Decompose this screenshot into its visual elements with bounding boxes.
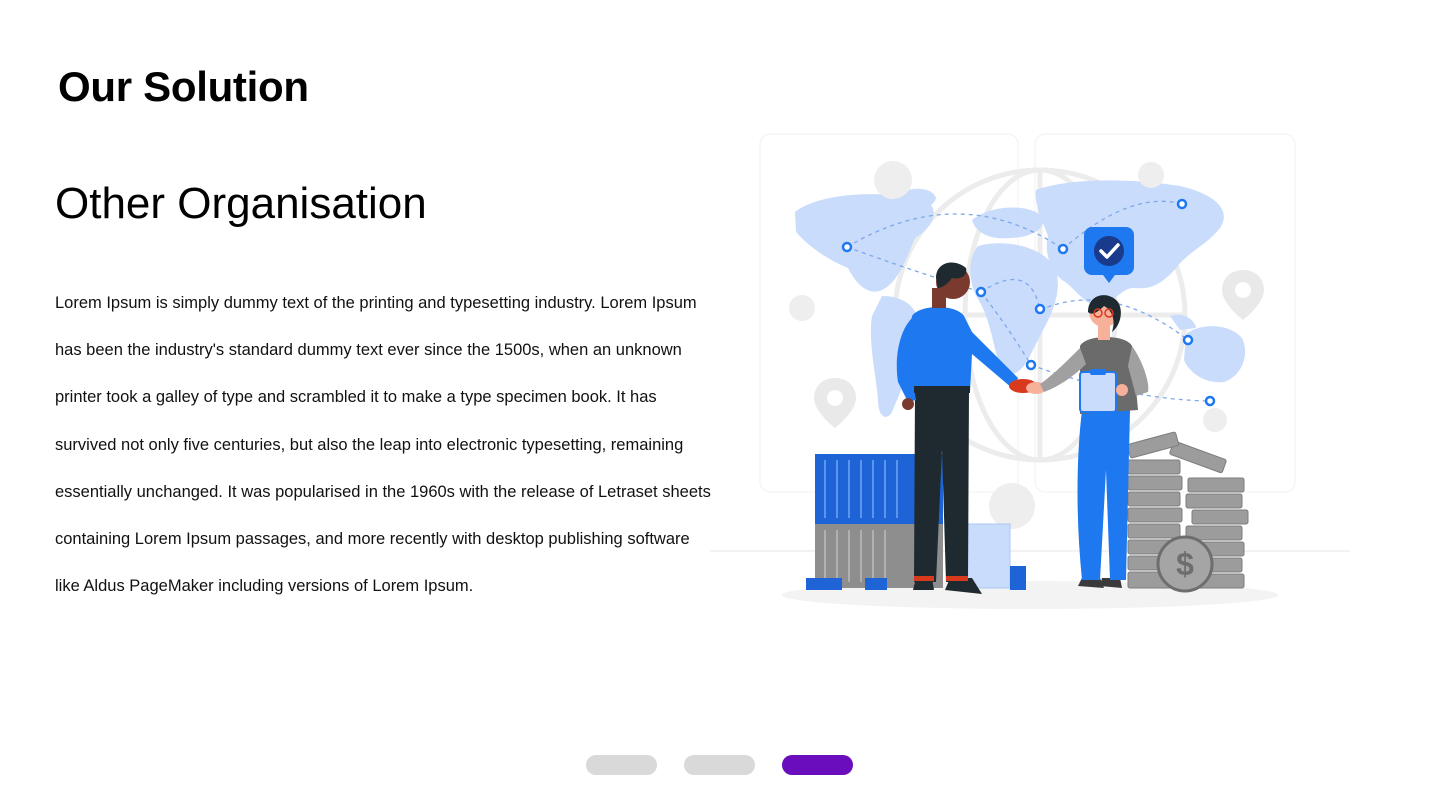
pager-dot-2[interactable]: [684, 755, 755, 775]
section-title: Other Organisation: [55, 179, 427, 228]
page-title: Our Solution: [58, 63, 309, 110]
handshake-illustration: $: [710, 120, 1350, 620]
pager-dot-1[interactable]: [586, 755, 657, 775]
section-body-text: Lorem Ipsum is simply dummy text of the …: [55, 294, 711, 596]
pager-dot-3-active[interactable]: [782, 755, 853, 775]
svg-text:$: $: [1176, 546, 1194, 582]
check-badge-icon: [1084, 227, 1134, 283]
slide-pager: [586, 755, 853, 775]
